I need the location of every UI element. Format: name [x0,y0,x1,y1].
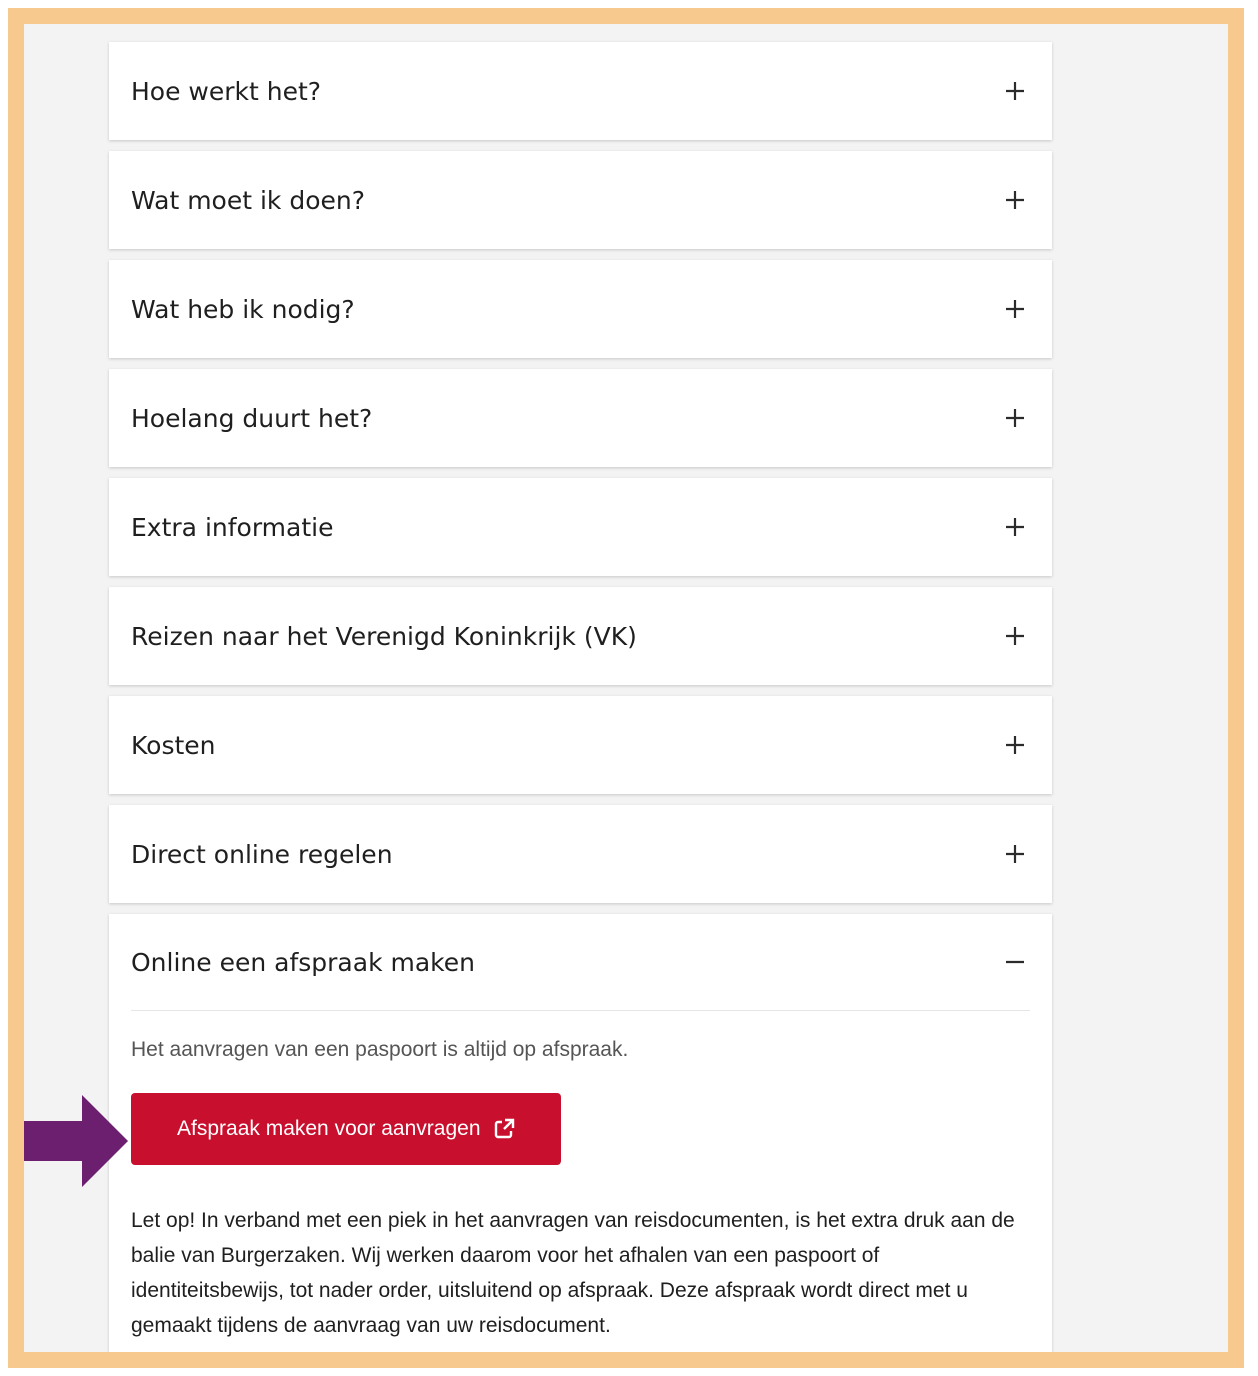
accordion-title: Hoelang duurt het? [131,403,373,433]
accordion-title: Reizen naar het Verenigd Koninkrijk (VK) [131,621,637,651]
accordion-item-direct-online-regelen: Direct online regelen [109,805,1052,903]
accordion-title: Wat heb ik nodig? [131,294,355,324]
accordion-item-online-afspraak: Online een afspraak maken Het aanvragen … [109,914,1052,1352]
accordion-item-kosten: Kosten [109,696,1052,794]
accordion-header-kosten[interactable]: Kosten [109,696,1052,794]
page-frame: Hoe werkt het? Wat moet ik doen? Wat heb… [8,8,1244,1368]
afspraak-maken-button[interactable]: Afspraak maken voor aanvragen [131,1093,561,1165]
plus-icon[interactable] [1000,839,1030,869]
accordion-header-wat-moet-ik-doen[interactable]: Wat moet ik doen? [109,151,1052,249]
accordion-header-online-afspraak[interactable]: Online een afspraak maken [131,914,1030,1011]
accordion: Hoe werkt het? Wat moet ik doen? Wat heb… [109,42,1052,1352]
accordion-header-extra-informatie[interactable]: Extra informatie [109,478,1052,576]
accordion-header-hoelang-duurt-het[interactable]: Hoelang duurt het? [109,369,1052,467]
accordion-item-wat-heb-ik-nodig: Wat heb ik nodig? [109,260,1052,358]
external-link-icon [494,1118,514,1139]
accordion-title: Extra informatie [131,512,334,542]
accordion-item-reizen-vk: Reizen naar het Verenigd Koninkrijk (VK) [109,587,1052,685]
plus-icon[interactable] [1000,294,1030,324]
button-label: Afspraak maken voor aanvragen [177,1117,481,1140]
minus-icon[interactable] [1000,947,1030,977]
accordion-header-wat-heb-ik-nodig[interactable]: Wat heb ik nodig? [109,260,1052,358]
accordion-body: Het aanvragen van een paspoort is altijd… [109,1011,1052,1352]
accordion-item-hoelang-duurt-het: Hoelang duurt het? [109,369,1052,467]
note-text: Let op! In verband met een piek in het a… [131,1209,1015,1337]
plus-icon[interactable] [1000,621,1030,651]
accordion-header-direct-online-regelen[interactable]: Direct online regelen [109,805,1052,903]
accordion-item-hoe-werkt-het: Hoe werkt het? [109,42,1052,140]
accordion-header-hoe-werkt-het[interactable]: Hoe werkt het? [109,42,1052,140]
pointer-arrow-icon [24,1095,128,1187]
accordion-title: Kosten [131,730,216,760]
plus-icon[interactable] [1000,512,1030,542]
accordion-title: Hoe werkt het? [131,76,322,106]
accordion-title: Online een afspraak maken [131,947,475,977]
plus-icon[interactable] [1000,730,1030,760]
plus-icon[interactable] [1000,76,1030,106]
accordion-title: Wat moet ik doen? [131,185,365,215]
plus-icon[interactable] [1000,185,1030,215]
accordion-header-reizen-vk[interactable]: Reizen naar het Verenigd Koninkrijk (VK) [109,587,1052,685]
accordion-item-extra-informatie: Extra informatie [109,478,1052,576]
accordion-item-wat-moet-ik-doen: Wat moet ik doen? [109,151,1052,249]
intro-text: Het aanvragen van een paspoort is altijd… [131,1038,629,1061]
plus-icon[interactable] [1000,403,1030,433]
accordion-title: Direct online regelen [131,839,393,869]
